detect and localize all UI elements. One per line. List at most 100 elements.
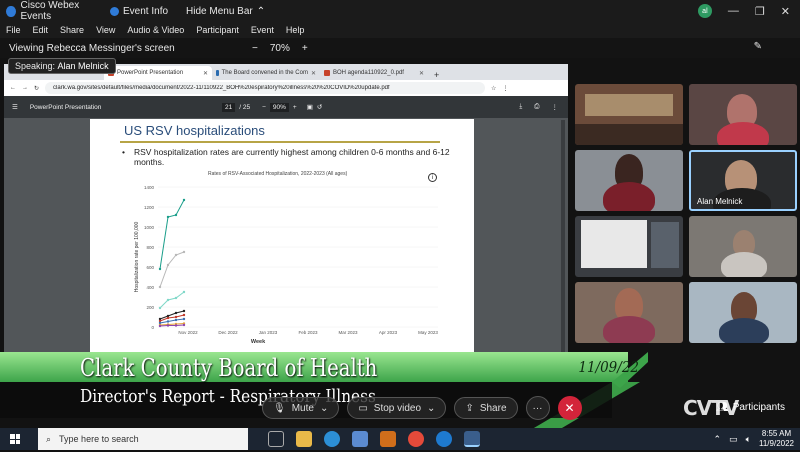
new-tab-icon[interactable]: + (428, 70, 445, 80)
data-point (174, 324, 178, 327)
data-point (158, 324, 162, 328)
user-avatar[interactable]: al (697, 4, 712, 18)
zoom-in-button[interactable]: + (302, 43, 308, 54)
app-icon[interactable] (352, 431, 368, 447)
lower-third-date: 11/09/22 (578, 358, 640, 376)
webex-taskbar-icon[interactable] (464, 431, 480, 447)
rotate-icon[interactable]: ↺ (317, 103, 322, 111)
event-info-button[interactable]: Event Info (110, 6, 168, 17)
menu-edit[interactable]: Edit (33, 25, 49, 35)
menu-audio-video[interactable]: Audio & Video (127, 25, 184, 35)
stop-video-button[interactable]: ▭ Stop video ⌄ (347, 397, 447, 419)
x-tick-label: May 2023 (418, 330, 438, 335)
restore-icon[interactable]: ❐ (755, 5, 765, 18)
browser-tab[interactable]: BOH agenda110922_0.pdf ✕ (320, 66, 428, 80)
windows-start-icon[interactable] (10, 434, 20, 444)
edge-icon[interactable] (436, 431, 452, 447)
mute-label: Mute (291, 402, 314, 414)
share-button[interactable]: ⇪ Share (454, 397, 518, 419)
outlook-icon[interactable] (380, 431, 396, 447)
chevron-up-icon[interactable]: ⌃ (714, 434, 722, 445)
network-icon[interactable]: ▭ (729, 434, 738, 445)
info-icon (110, 6, 119, 16)
more-options-button[interactable]: ··· (525, 396, 550, 420)
browser-tab[interactable]: The Board convened in the Com ✕ (212, 66, 320, 80)
zoom-out-icon[interactable]: − (262, 104, 266, 111)
forward-icon[interactable]: → (22, 85, 28, 91)
menu-participant[interactable]: Participant (196, 25, 239, 35)
y-axis-label: Hospitalization rate per 100,000 (134, 221, 140, 292)
page-total: / 25 (239, 103, 251, 111)
pdf-zoom-value[interactable]: 90% (269, 102, 289, 112)
y-tick-label: 200 (146, 305, 154, 310)
video-tile-active-speaker[interactable]: Alan Melnick (689, 150, 797, 211)
download-icon[interactable]: ⤓ (519, 103, 522, 111)
participant-figure (719, 318, 769, 343)
clock[interactable]: 8:55 AM 11/9/2022 (759, 429, 794, 449)
y-tick-label: 1000 (144, 225, 155, 230)
video-tile[interactable] (575, 282, 683, 343)
volume-icon[interactable]: 🔈︎ (746, 434, 751, 445)
data-point (166, 324, 170, 327)
participants-button[interactable]: 👥︎ Participants (716, 402, 785, 413)
y-tick-label: 1200 (144, 205, 155, 210)
chrome-icon[interactable] (408, 431, 424, 447)
hide-menu-bar-button[interactable]: Hide Menu Bar ⌃ (186, 6, 265, 17)
menu-share[interactable]: Share (60, 25, 84, 35)
video-tile[interactable] (689, 216, 797, 277)
rsv-chart: 0 200 400 600 800 1000 1200 1400 Nov 2022 Dec 202… (134, 185, 438, 345)
file-explorer-icon[interactable] (296, 431, 312, 447)
close-tab-icon[interactable]: ✕ (419, 70, 424, 77)
video-tile[interactable] (575, 84, 683, 145)
menu-help[interactable]: Help (286, 25, 305, 35)
browser-tab[interactable]: PowerPoint Presentation ✕ (104, 66, 212, 80)
fit-page-icon[interactable]: ▣ (307, 103, 313, 111)
page-number-input[interactable]: 21 (222, 102, 236, 112)
app-title: Cisco Webex Events (0, 0, 100, 22)
close-tab-icon[interactable]: ✕ (203, 70, 208, 77)
zoom-out-button[interactable]: − (252, 43, 258, 54)
address-bar[interactable]: clark.wa.gov/sites/default/files/media/d… (45, 82, 486, 94)
back-icon[interactable]: ← (10, 85, 16, 91)
slide-page: US RSV hospitalizations RSV hospitalizat… (90, 119, 474, 357)
video-tile[interactable] (575, 216, 683, 277)
zoom-in-icon[interactable]: + (293, 104, 297, 111)
bookmark-star-icon[interactable]: ☆ (491, 85, 496, 92)
taskbar-search[interactable]: ⌕ Type here to search (38, 428, 248, 450)
mute-button[interactable]: 🎙︎ Mute ⌄ (262, 397, 340, 419)
data-point (182, 323, 186, 327)
x-tick-label: Dec 2022 (218, 330, 238, 335)
minimize-icon[interactable]: — (728, 5, 739, 17)
menu-file[interactable]: File (6, 25, 21, 35)
video-tile[interactable] (575, 150, 683, 211)
menu-view[interactable]: View (96, 25, 115, 35)
annotate-icon[interactable]: ✎ (754, 41, 762, 52)
print-icon[interactable]: ⎙ (534, 103, 539, 111)
data-point (166, 215, 170, 219)
leave-meeting-button[interactable]: ✕ (557, 396, 582, 420)
hamburger-icon[interactable]: ☰ (12, 103, 18, 111)
menu-event[interactable]: Event (251, 25, 274, 35)
data-point (166, 320, 170, 323)
reload-icon[interactable]: ↻ (34, 85, 39, 92)
clock-date: 11/9/2022 (759, 439, 794, 448)
dais-background (585, 94, 673, 116)
video-tile[interactable] (689, 282, 797, 343)
video-tile[interactable] (689, 84, 797, 145)
more-icon[interactable]: ⋮ (552, 103, 559, 111)
tab-label: BOH agenda110922_0.pdf (333, 70, 404, 76)
browser-toolbar: ← → ↻ clark.wa.gov/sites/default/files/m… (4, 80, 568, 96)
y-tick-label: 0 (151, 325, 154, 330)
edge-icon[interactable] (324, 431, 340, 447)
zoom-level[interactable]: 70% (270, 43, 290, 54)
close-tab-icon[interactable]: ✕ (311, 70, 316, 77)
series-line (159, 291, 185, 309)
series-line (159, 199, 185, 270)
close-icon[interactable]: ✕ (781, 5, 790, 18)
speaking-indicator: Speaking: Alan Melnick (8, 58, 116, 74)
stop-video-label: Stop video (373, 402, 422, 414)
task-view-icon[interactable] (268, 431, 284, 447)
pdf-scrollbar[interactable] (561, 120, 565, 356)
menu-dots-icon[interactable]: ⋮ (502, 85, 508, 92)
data-point (182, 198, 186, 202)
